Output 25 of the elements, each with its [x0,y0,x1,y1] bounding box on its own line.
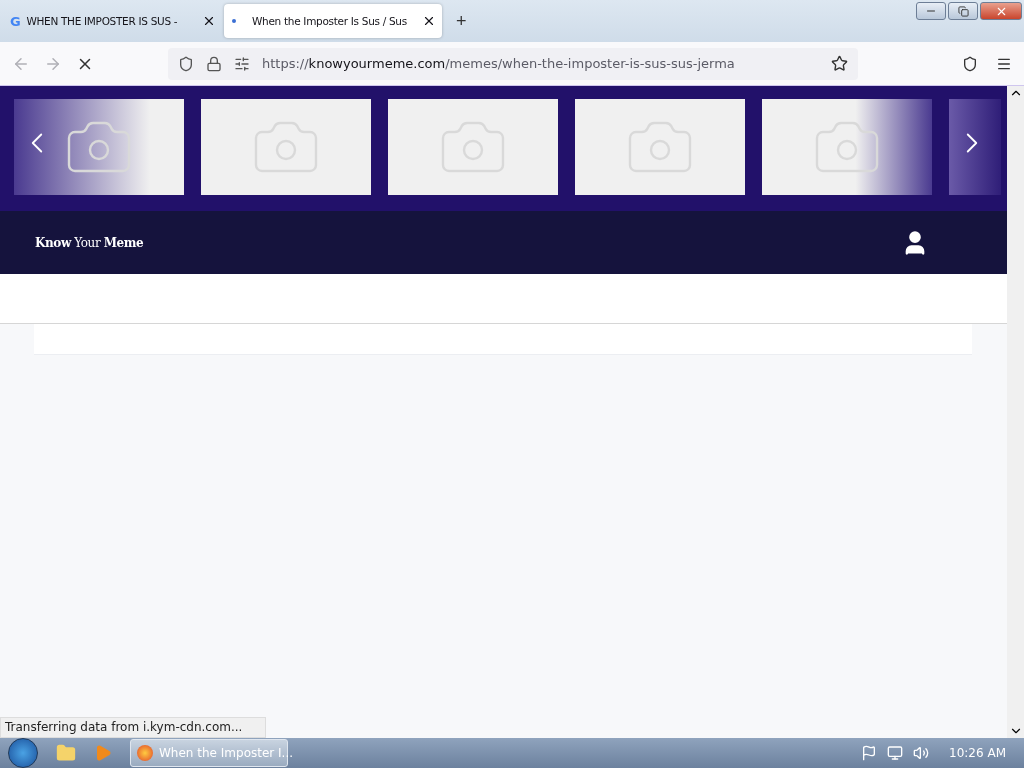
scrollbar[interactable] [1007,86,1024,738]
close-icon[interactable] [202,14,216,28]
restore-button[interactable] [948,2,978,20]
image-placeholder[interactable] [762,99,932,195]
volume-icon[interactable] [913,745,930,761]
favicon: G [10,13,21,29]
loading-icon [232,19,236,23]
flag-icon[interactable] [861,745,878,761]
bookmark-star-icon[interactable] [831,55,848,72]
status-text: Transferring data from i.kym-cdn.com... [0,717,266,738]
start-button[interactable] [8,738,38,768]
image-placeholder[interactable] [14,99,184,195]
browser-tab[interactable]: When the Imposter Is Sus / Sus [224,4,442,38]
restore-icon [957,5,969,17]
network-icon[interactable] [887,745,904,761]
browser-tab[interactable]: G WHEN THE IMPOSTER IS SUS - [4,4,222,38]
minimize-button[interactable] [916,2,946,20]
close-button[interactable] [980,2,1022,20]
lock-icon[interactable] [206,55,222,72]
new-tab-button[interactable]: + [452,11,471,32]
folder-icon[interactable] [56,743,76,763]
close-icon[interactable] [422,14,436,28]
permissions-icon[interactable] [234,55,250,72]
shield-icon[interactable] [178,55,194,72]
site-logo[interactable]: Know Your Meme [35,235,144,250]
